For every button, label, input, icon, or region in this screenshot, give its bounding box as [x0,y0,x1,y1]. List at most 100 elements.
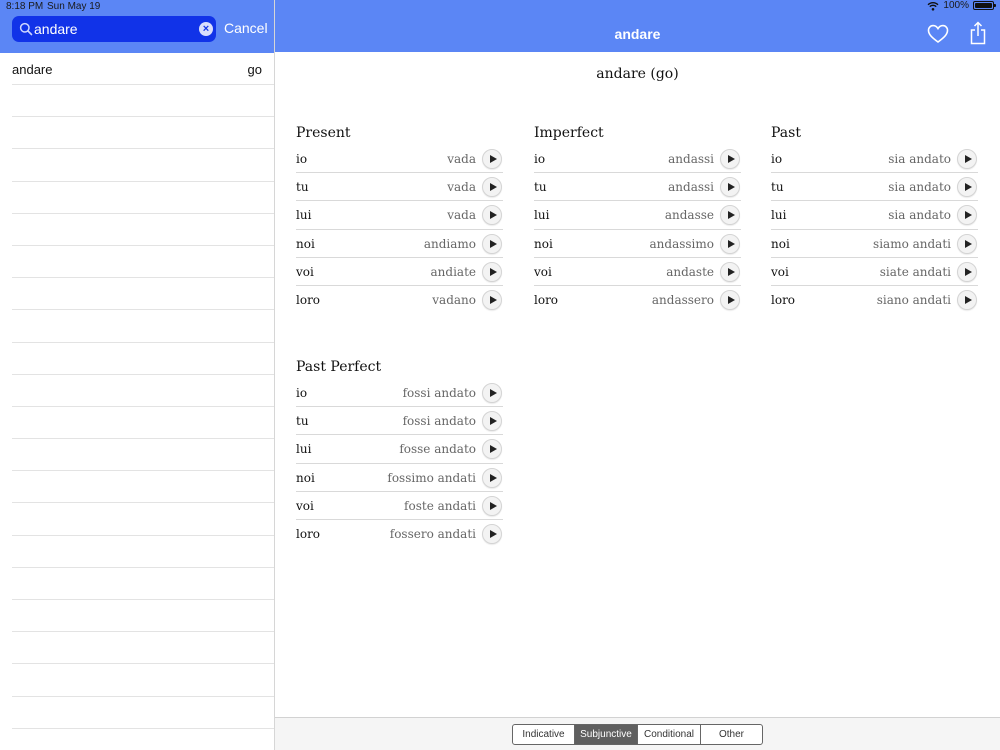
conjugation-row: io andassi [534,145,741,174]
pronoun: tu [771,180,784,195]
verb-form: andasse [664,208,714,223]
play-icon[interactable] [720,289,740,310]
pronoun: io [296,152,308,166]
tense-title: Imperfect [534,125,604,141]
play-icon[interactable] [957,149,977,169]
tense-table: Imperfect io andassi tu andassi lui andasse noi… [534,125,741,314]
play-icon[interactable] [720,205,740,226]
heart-icon[interactable] [927,24,949,44]
list-item-empty [12,536,274,568]
list-item-empty [12,214,274,246]
battery-icon [973,1,996,10]
tab-other[interactable]: Other [701,725,762,744]
conjugation-row: tu vada [296,173,503,202]
list-item-empty [12,375,274,407]
pronoun: lui [296,442,312,457]
result-translation: go [247,62,262,77]
list-item-empty [12,407,274,440]
tab-subjunctive[interactable]: Subjunctive [575,725,638,744]
conjugation-row: tu sia andato [771,173,978,202]
play-icon[interactable] [482,233,502,254]
tense-title: Past [771,125,801,141]
play-icon[interactable] [957,233,977,254]
verb-form: fosse andato [399,442,476,457]
conjugation-row: tu fossi andato [296,407,503,436]
play-icon[interactable] [957,289,977,310]
conjugation-rows: io andassi tu andassi lui andasse noi andassimo… [534,145,741,314]
list-item-empty [12,600,274,633]
pronoun: voi [296,498,314,513]
play-icon[interactable] [482,289,502,310]
conjugation-row: tu andassi [534,173,741,202]
list-item[interactable]: andare go [12,53,274,85]
list-item-empty [12,246,274,279]
conjugation-row: lui fosse andato [296,435,503,464]
tense-title: Present [296,125,351,141]
conjugation-rows: io sia andato tu sia andato lui sia andato noi… [771,145,978,314]
conjugation-rows: io fossi andato tu fossi andato lui fosse and… [296,379,503,548]
play-icon[interactable] [957,177,977,198]
play-icon[interactable] [482,261,502,282]
list-item-empty [12,310,274,343]
conjugation-rows: io vada tu vada lui vada noi andiamo voi andiate l… [296,145,503,314]
verb-form: siate andati [879,264,951,279]
pronoun: lui [534,208,550,223]
play-icon[interactable] [482,495,502,516]
tab-conditional[interactable]: Conditional [638,725,701,744]
play-icon[interactable] [482,383,502,403]
wifi-icon [927,1,939,11]
clear-search-icon[interactable]: × [199,22,213,36]
pronoun: loro [534,292,559,307]
pronoun: loro [771,292,796,307]
verb-form: vada [447,180,476,195]
pronoun: io [771,152,783,166]
status-indicators: 100% [927,0,996,11]
verb-heading: andare (go) [596,66,679,82]
play-icon[interactable] [720,149,740,169]
play-icon[interactable] [482,411,502,432]
verb-form: vada [447,152,476,166]
pronoun: noi [534,236,553,251]
main-pane: andare andare (go) Present io vada tu vada lu… [275,0,1000,750]
battery-percent: 100% [943,0,969,11]
play-icon[interactable] [482,467,502,488]
play-icon[interactable] [482,523,502,544]
tense-table: Past io sia andato tu sia andato lui sia andat… [771,125,978,314]
verb-form: vada [447,208,476,223]
list-item-empty [12,568,274,600]
tense-table: Past Perfect io fossi andato tu fossi andato… [296,359,503,548]
cancel-button[interactable]: Cancel [224,20,268,36]
verb-form: vadano [432,292,476,307]
play-icon[interactable] [720,261,740,282]
conjugation-row: lui andasse [534,201,741,230]
list-item-empty [12,182,274,214]
list-item-empty [12,85,274,118]
list-item-empty [12,439,274,472]
conjugation-row: io vada [296,145,503,174]
verb-form: foste andati [404,498,476,513]
play-icon[interactable] [482,149,502,169]
play-icon[interactable] [720,233,740,254]
list-item-empty [12,632,274,665]
search-field[interactable]: × [12,16,216,42]
play-icon[interactable] [957,261,977,282]
list-item-empty [12,149,274,182]
tab-indicative[interactable]: Indicative [513,725,575,744]
conjugation-row: voi foste andati [296,492,503,520]
result-list: andare go [12,53,274,729]
conjugation-row: voi siate andati [771,258,978,286]
play-icon[interactable] [482,177,502,198]
conjugation-row: noi andiamo [296,230,503,258]
share-icon[interactable] [969,21,987,45]
pronoun: tu [534,180,547,195]
pronoun: tu [296,180,309,195]
play-icon[interactable] [482,205,502,226]
play-icon[interactable] [957,205,977,226]
play-icon[interactable] [720,177,740,198]
search-input[interactable] [34,19,204,39]
conjugation-row: loro fossero andati [296,520,503,548]
play-icon[interactable] [482,439,502,460]
result-word: andare [12,62,53,77]
verb-form: fossero andati [389,526,476,541]
pronoun: voi [534,264,552,279]
